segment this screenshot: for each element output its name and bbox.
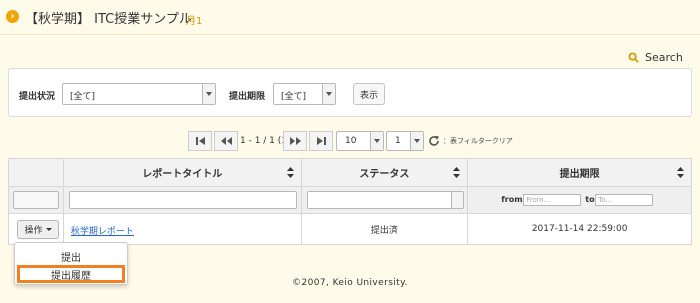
operation-button[interactable]: 操作 xyxy=(17,220,59,239)
filter-cell-deadline: from From... to To... xyxy=(467,186,692,214)
page-number-select[interactable]: 1 xyxy=(386,131,424,151)
filter-cell-title xyxy=(62,186,302,214)
status-filter-label: 提出状況 xyxy=(19,92,56,102)
chevron-down-icon xyxy=(202,84,215,104)
chevron-right-icon: › xyxy=(6,10,19,23)
refresh-icon[interactable] xyxy=(428,135,440,147)
last-page-icon xyxy=(316,137,326,145)
to-date-input[interactable]: To... xyxy=(595,194,654,206)
chevron-down-icon xyxy=(370,132,383,150)
status-filter-value: [全て] xyxy=(70,92,96,102)
first-page-button[interactable] xyxy=(188,131,212,151)
course-term: 月1 xyxy=(186,16,203,27)
filter-cell-status xyxy=(300,186,469,214)
from-label: from xyxy=(501,195,523,204)
search-icon xyxy=(628,51,639,63)
next-page-button[interactable] xyxy=(283,131,307,151)
column-header-deadline-label: 提出期限 xyxy=(559,169,600,180)
reset-filter-link[interactable]: ：表フィルタークリア xyxy=(443,136,513,146)
last-page-button[interactable] xyxy=(309,131,333,151)
status-cell: 提出済 xyxy=(300,213,469,245)
column-header-action xyxy=(8,158,64,187)
sort-icon[interactable] xyxy=(453,167,461,178)
deadline-filter-select[interactable]: [全て] xyxy=(273,83,336,105)
copyright-footer: ©2007, Keio University. xyxy=(292,278,408,288)
deadline-cell: 2017-11-14 22:59:00 xyxy=(467,213,692,245)
report-title-link[interactable]: 秋学期レポート xyxy=(71,224,134,237)
prev-page-icon xyxy=(220,137,232,145)
deadline-filter-value: [全て] xyxy=(281,92,307,102)
show-button[interactable]: 表示 xyxy=(353,83,385,105)
first-page-icon xyxy=(195,137,205,145)
header-divider xyxy=(0,34,700,35)
to-label: to xyxy=(585,195,595,204)
report-table: レポートタイトル ステータス 提出期限 from From... to To.. xyxy=(8,158,692,245)
filter-row: from From... to To... xyxy=(8,186,692,214)
chevron-down-icon xyxy=(450,192,463,208)
sort-icon[interactable] xyxy=(677,167,684,178)
course-title: 【秋学期】 ITC授業サンプル xyxy=(25,12,192,27)
title-filter-input[interactable] xyxy=(68,191,297,209)
operation-button-label: 操作 xyxy=(24,226,43,236)
search-button[interactable]: Search xyxy=(628,50,683,64)
chevron-down-icon xyxy=(322,84,335,104)
page-size-select[interactable]: 10 xyxy=(336,131,384,151)
pager: 1 - 1 / 1 (1) 10 1 ：表フィルタークリア xyxy=(188,131,518,151)
menu-item-submit[interactable]: 提出 xyxy=(17,247,125,265)
deadline-filter-label: 提出期限 xyxy=(229,92,266,102)
header-row: レポートタイトル ステータス 提出期限 xyxy=(8,158,692,187)
course-header: › 【秋学期】 ITC授業サンプル 月1 xyxy=(0,0,700,34)
filter-cell-action xyxy=(8,186,64,214)
page-number-value: 1 xyxy=(395,136,401,146)
sort-icon[interactable] xyxy=(286,167,294,178)
action-filter-box xyxy=(13,191,59,209)
table-row: 操作 秋学期レポート 提出済 2017-11-14 22:59:00 xyxy=(8,213,692,245)
column-header-status[interactable]: ステータス xyxy=(300,158,469,187)
column-header-title[interactable]: レポートタイトル xyxy=(62,158,302,187)
column-header-deadline[interactable]: 提出期限 xyxy=(467,158,692,187)
next-page-icon xyxy=(289,137,301,145)
status-filter-select[interactable]: [全て] xyxy=(62,83,216,105)
title-cell: 秋学期レポート xyxy=(62,213,302,245)
status-column-filter-select[interactable] xyxy=(306,191,464,209)
page-size-value: 10 xyxy=(345,136,357,146)
chevron-down-icon xyxy=(410,132,423,150)
prev-page-button[interactable] xyxy=(214,131,238,151)
search-label: Search xyxy=(645,50,683,64)
action-cell: 操作 xyxy=(8,213,64,245)
column-header-title-label: レポートタイトル xyxy=(142,169,223,180)
from-date-input[interactable]: From... xyxy=(523,194,582,206)
column-header-status-label: ステータス xyxy=(359,169,410,180)
caret-down-icon xyxy=(45,228,52,231)
filter-panel: 提出状況 [全て] 提出期限 [全て] 表示 xyxy=(8,68,692,117)
